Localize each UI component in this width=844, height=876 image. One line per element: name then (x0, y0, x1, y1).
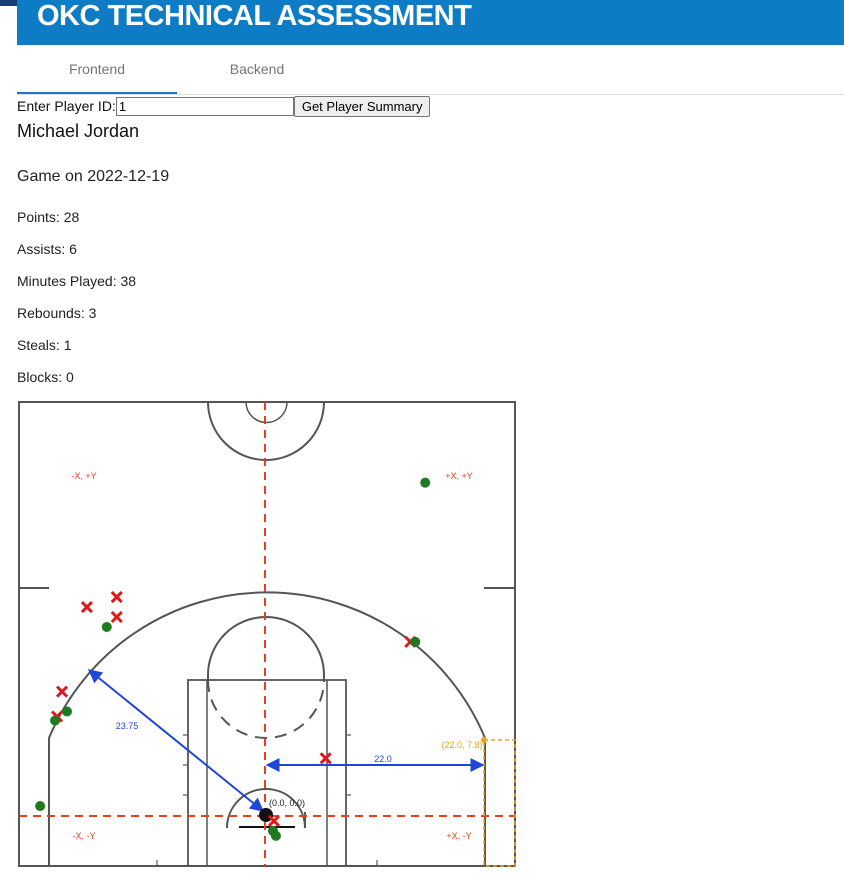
stat-points: Points: 28 (17, 209, 80, 225)
shot-missed-marker (267, 814, 281, 828)
player-id-label: Enter Player ID: (17, 98, 116, 114)
shot-made-marker (35, 801, 46, 812)
stat-minutes: Minutes Played: 38 (17, 273, 137, 289)
origin-label: (0.0, 0.0) (269, 798, 305, 808)
tab-backend[interactable]: Backend (177, 50, 337, 94)
stat-rebounds: Rebounds: 3 (17, 305, 97, 321)
shot-missed-marker (110, 610, 123, 624)
app-header: OKC TECHNICAL ASSESSMENT (17, 0, 844, 45)
game-title: Game on 2022-12-19 (17, 168, 170, 185)
shot-made-marker (50, 715, 61, 726)
player-name: Michael Jordan (17, 121, 140, 141)
shot-made-marker (410, 636, 421, 647)
tab-frontend[interactable]: Frontend (17, 50, 177, 94)
quadrant-label-bottom-right: +X, -Y (446, 831, 471, 841)
corner-label: (22.0, 7.8) (441, 740, 482, 750)
shot-chart: -X, +Y +X, +Y -X, -Y +X, -Y (0.0, 0.0) (… (17, 400, 517, 870)
stat-assists: Assists: 6 (17, 241, 77, 257)
corner-distance-label: 22.0 (374, 754, 392, 764)
get-player-summary-button[interactable]: Get Player Summary (293, 95, 431, 117)
shot-missed-marker (110, 591, 123, 604)
player-search-form: Enter Player ID: Get Player Summary (17, 95, 431, 117)
three-point-radius-arrow (87, 669, 265, 812)
corner-accent (0, 0, 17, 6)
center-circle-inner (245, 401, 288, 424)
shot-made-marker (270, 830, 281, 841)
shot-made-marker (62, 706, 72, 717)
app-title: OKC TECHNICAL ASSESSMENT (37, 0, 472, 32)
stat-blocks: Blocks: 0 (17, 369, 74, 385)
corner-three-zone (483, 739, 516, 867)
shot-made-marker (101, 621, 112, 632)
court-svg: -X, +Y +X, +Y -X, -Y +X, -Y (0.0, 0.0) (… (18, 401, 516, 867)
three-point-line (48, 591, 486, 866)
shot-made-marker (420, 477, 431, 488)
stat-steals: Steals: 1 (17, 337, 72, 353)
paint-outer (187, 679, 347, 867)
quadrant-label-top-right: +X, +Y (445, 471, 473, 481)
shot-missed-marker (55, 685, 69, 698)
tab-bar: Frontend Backend (17, 50, 844, 95)
quadrant-label-bottom-left: -X, -Y (72, 831, 95, 841)
quadrant-label-top-left: -X, +Y (71, 471, 96, 481)
shot-missed-marker (80, 600, 93, 614)
player-id-input[interactable] (115, 96, 294, 116)
three-point-radius-label: 23.75 (116, 721, 139, 731)
shot-missed-marker (319, 752, 332, 765)
